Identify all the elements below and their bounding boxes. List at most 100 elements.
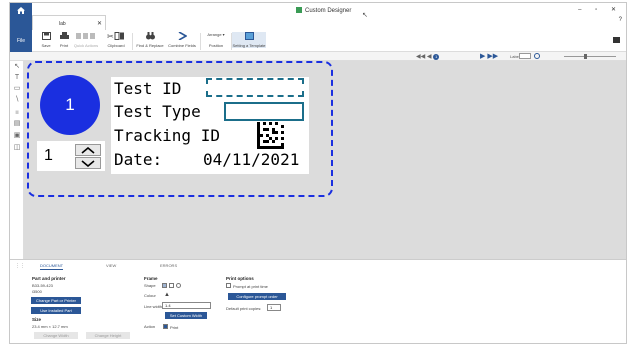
print-button[interactable]: Print bbox=[56, 32, 72, 48]
find-replace-label: Find & Replace bbox=[136, 43, 164, 48]
counter-object[interactable]: 1 bbox=[37, 141, 105, 171]
combine-fields-button[interactable]: Combine Fields bbox=[167, 32, 197, 48]
configure-prompt-order-button[interactable]: Configure prompt order bbox=[228, 293, 286, 300]
design-canvas[interactable]: 1 1 Test ID Test Type Tracking ID Date: … bbox=[24, 61, 626, 259]
app-title: Custom Designer bbox=[296, 7, 351, 14]
default-copies-input[interactable]: 1 bbox=[267, 304, 281, 311]
sequence-circle[interactable]: 1 bbox=[40, 75, 100, 135]
line-width-value: 1.4 bbox=[165, 303, 171, 308]
app-logo-icon bbox=[296, 7, 302, 13]
shape-rounded-option[interactable] bbox=[169, 283, 174, 288]
part-printer-heading: Part and printer bbox=[32, 276, 66, 281]
part-number: B33-59-423 bbox=[32, 283, 53, 288]
page-navigator[interactable]: ◀◀ ◀ 1 bbox=[416, 53, 440, 60]
combine-fields-label: Combine Fields bbox=[168, 43, 196, 48]
shape-label: Shape bbox=[144, 283, 156, 288]
tab-document[interactable]: DOCUMENT bbox=[40, 263, 64, 270]
file-menu-button[interactable]: File bbox=[10, 30, 32, 52]
image-tool-icon[interactable]: ▤ bbox=[13, 120, 21, 128]
colour-label: Colour bbox=[144, 293, 156, 298]
save-label: Save bbox=[41, 43, 51, 48]
set-custom-width-button[interactable]: Set Custom Width bbox=[165, 312, 207, 319]
next-page-arrows[interactable]: ▶ ▶▶ bbox=[480, 52, 498, 60]
zoom-slider-thumb[interactable] bbox=[584, 54, 587, 59]
label-number-input[interactable] bbox=[519, 53, 531, 59]
zoom-slider[interactable] bbox=[564, 56, 616, 57]
panel-grip-icon[interactable]: ⋮⋮ bbox=[15, 263, 25, 269]
clipboard-icon: ✂ bbox=[107, 32, 124, 40]
shape-tool-icon[interactable]: ▭ bbox=[13, 85, 21, 93]
label-boundary: 1 1 Test ID Test Type Tracking ID Date: … bbox=[27, 61, 333, 197]
test-type-field[interactable] bbox=[224, 102, 304, 121]
increment-button[interactable] bbox=[75, 144, 101, 156]
frame-heading: Frame bbox=[144, 276, 158, 281]
window-controls[interactable]: – ▫ ✕ bbox=[578, 6, 622, 13]
chevron-up-icon bbox=[81, 147, 95, 154]
close-tab-icon[interactable]: ✕ bbox=[97, 20, 102, 27]
previous-page-arrows[interactable]: ◀◀ ◀ bbox=[416, 54, 432, 60]
ribbon: File Save Print Quick Actions ✂ Clipboar… bbox=[10, 30, 626, 52]
quick-actions-button[interactable]: Quick Actions bbox=[73, 32, 99, 48]
app-window: Custom Designer ↖ – ▫ ✕ lab ✕ ? File Sav… bbox=[9, 2, 627, 344]
shape-rectangle-option[interactable] bbox=[162, 283, 167, 288]
prompt-at-print-checkbox[interactable] bbox=[226, 283, 231, 288]
chevron-right-icon bbox=[178, 32, 187, 40]
chevron-down-icon bbox=[81, 160, 95, 167]
date-label: Date: bbox=[114, 150, 163, 169]
picture-tool-icon[interactable]: ▣ bbox=[13, 132, 21, 140]
save-button[interactable]: Save bbox=[38, 32, 54, 48]
home-tab[interactable] bbox=[10, 3, 32, 30]
label-radio-button[interactable] bbox=[534, 53, 540, 59]
quick-actions-icon bbox=[76, 33, 95, 39]
action-print-label: Print bbox=[170, 325, 179, 330]
binoculars-icon bbox=[145, 32, 155, 40]
tool-palette: ↖ T ▭ ∖ ||| ▤ ▣ ◫ bbox=[10, 61, 24, 259]
table-tool-icon[interactable]: ◫ bbox=[13, 144, 21, 152]
decrement-button[interactable] bbox=[75, 157, 101, 169]
help-icon[interactable]: ? bbox=[619, 17, 622, 23]
ribbon-separator bbox=[132, 33, 133, 50]
template-icon bbox=[244, 32, 254, 40]
arrange-label: Arrange ▾ bbox=[207, 32, 225, 37]
ribbon-separator bbox=[200, 33, 201, 50]
tab-errors[interactable]: ERRORS bbox=[160, 263, 177, 268]
quick-actions-label: Quick Actions bbox=[73, 43, 99, 48]
change-height-button[interactable]: Change Height bbox=[86, 332, 130, 339]
action-print-checkbox[interactable] bbox=[163, 324, 168, 329]
change-part-printer-button[interactable]: Change Part or Printer bbox=[31, 297, 81, 304]
tab-view[interactable]: VIEW bbox=[106, 263, 116, 268]
label-text-block[interactable]: Test ID Test Type Tracking ID Date: 04/1… bbox=[111, 77, 309, 174]
setting-template-button[interactable]: Setting a Template bbox=[232, 32, 266, 48]
use-installed-part-button[interactable]: Use Installed Part bbox=[31, 307, 81, 314]
test-id-field[interactable] bbox=[206, 78, 304, 97]
change-width-button[interactable]: Change Width bbox=[34, 332, 78, 339]
tracking-id-label: Tracking ID bbox=[114, 126, 220, 145]
properties-panel: ⋮⋮ DOCUMENT VIEW ERRORS Part and printer… bbox=[10, 259, 626, 343]
save-icon bbox=[41, 32, 51, 40]
text-tool-icon[interactable]: T bbox=[13, 74, 21, 82]
select-pointer-icon[interactable]: ↖ bbox=[13, 63, 21, 71]
line-width-select[interactable]: 1.4 bbox=[162, 302, 211, 309]
mouse-cursor-icon: ↖ bbox=[362, 12, 368, 19]
print-options-heading: Print options bbox=[226, 276, 254, 281]
printer-icon bbox=[59, 32, 69, 39]
setting-template-label: Setting a Template bbox=[232, 43, 266, 48]
clipboard-button[interactable]: ✂ Clipboard bbox=[104, 32, 128, 48]
shape-ellipse-option[interactable] bbox=[176, 283, 181, 288]
navigation-bar: ◀◀ ◀ 1 ▶ ▶▶ Label bbox=[10, 52, 626, 61]
document-tab[interactable]: lab ✕ bbox=[32, 15, 106, 30]
size-heading: Size bbox=[32, 317, 42, 322]
find-replace-button[interactable]: Find & Replace bbox=[136, 32, 164, 48]
svg-text:✂: ✂ bbox=[107, 32, 114, 40]
colour-picker-icon[interactable]: ▲ bbox=[164, 292, 170, 298]
barcode-tool-icon[interactable]: ||| bbox=[13, 108, 21, 116]
datamatrix-barcode[interactable] bbox=[257, 122, 284, 149]
action-label: Action bbox=[144, 324, 156, 329]
position-label: Position bbox=[208, 43, 224, 48]
share-icon[interactable] bbox=[613, 37, 620, 43]
prompt-at-print-label: Prompt at print time bbox=[233, 284, 268, 289]
line-width-label: Line width bbox=[144, 304, 163, 309]
current-page-indicator[interactable]: 1 bbox=[433, 54, 440, 60]
line-tool-icon[interactable]: ∖ bbox=[13, 96, 21, 104]
arrange-button[interactable]: Arrange ▾ Position bbox=[202, 32, 230, 48]
